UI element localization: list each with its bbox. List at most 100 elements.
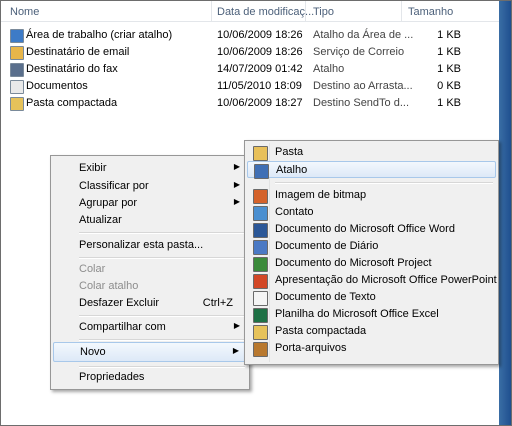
new-menu-item[interactable]: Documento do Microsoft Office Word: [247, 221, 496, 238]
context-menu: Exibir ▶ Classificar por ▶ Agrupar por ▶…: [50, 155, 250, 390]
menu-item-refresh[interactable]: Atualizar: [53, 211, 247, 229]
new-menu-item[interactable]: Documento de Texto: [247, 289, 496, 306]
project-icon: [253, 257, 268, 272]
menu-item-label: Imagem de bitmap: [275, 189, 367, 201]
menu-separator: [79, 339, 245, 341]
menu-separator: [79, 232, 245, 234]
menu-item-label: Documento do Microsoft Project: [275, 257, 432, 269]
menu-item-label: Colar atalho: [79, 280, 139, 292]
new-menu-item[interactable]: Apresentação do Microsoft Office PowerPo…: [247, 272, 497, 289]
file-size: 1 KB: [437, 97, 461, 109]
submenu-arrow-icon: ▶: [233, 162, 240, 171]
menu-item-new[interactable]: Novo ▶: [53, 342, 247, 362]
menu-item-paste-shortcut: Colar atalho: [53, 277, 247, 295]
text-document-icon: [253, 291, 268, 306]
file-date: 11/05/2010 18:09: [217, 80, 302, 92]
new-menu-item[interactable]: Atalho: [247, 161, 496, 179]
file-size: 0 KB: [437, 80, 461, 92]
file-row[interactable]: Área de trabalho (criar atalho) 10/06/200…: [1, 27, 499, 44]
file-date: 10/06/2009 18:26: [217, 46, 303, 58]
new-submenu: Pasta Atalho Imagem de bitmap Contato Docume…: [244, 140, 499, 365]
excel-icon: [253, 308, 268, 323]
menu-item-group[interactable]: Agrupar por ▶: [53, 194, 247, 212]
zip-folder-icon: [253, 325, 268, 340]
new-menu-item[interactable]: Imagem de bitmap: [247, 187, 496, 204]
menu-item-label: Documento de Texto: [275, 291, 376, 303]
submenu-arrow-icon: ▶: [233, 321, 240, 330]
column-size[interactable]: Tamanho: [408, 6, 453, 18]
submenu-arrow-icon: ▶: [232, 346, 239, 355]
menu-item-label: Desfazer Excluir: [79, 297, 160, 309]
word-icon: [253, 223, 268, 238]
fax-icon: [10, 63, 24, 77]
folder-icon: [253, 146, 268, 161]
file-size: 1 KB: [437, 29, 461, 41]
menu-item-label: Personalizar esta pasta...: [79, 239, 204, 251]
menu-item-label: Exibir: [79, 162, 107, 174]
documents-icon: [10, 80, 24, 94]
file-row[interactable]: Destinatário de email 10/06/2009 18:26 Ser…: [1, 44, 499, 61]
briefcase-icon: [253, 342, 268, 357]
menu-item-label: Atalho: [276, 164, 308, 176]
window-edge: [499, 1, 511, 425]
mail-recipient-icon: [10, 46, 24, 60]
menu-item-label: Agrupar por: [79, 197, 138, 209]
column-date[interactable]: Data de modificaç...: [217, 6, 314, 18]
menu-item-label: Documento de Diário: [275, 240, 379, 252]
file-type: Serviço de Correio: [313, 46, 405, 58]
new-menu-item[interactable]: Planilha do Microsoft Office Excel: [247, 306, 496, 323]
menu-separator: [79, 257, 245, 259]
menu-item-label: Apresentação do Microsoft Office PowerPo…: [275, 274, 497, 286]
desktop-shortcut-icon: [10, 29, 24, 43]
file-name: Destinatário do fax: [26, 63, 118, 75]
new-menu-item[interactable]: Documento do Microsoft Project: [247, 255, 496, 272]
powerpoint-icon: [253, 274, 268, 289]
file-date: 10/06/2009 18:27: [217, 97, 303, 109]
menu-item-label: Documento do Microsoft Office Word: [275, 223, 455, 235]
file-name: Destinatário de email: [26, 46, 130, 58]
submenu-arrow-icon: ▶: [233, 180, 240, 189]
new-menu-item[interactable]: Pasta: [247, 144, 496, 161]
menu-item-label: Planilha do Microsoft Office Excel: [275, 308, 439, 320]
column-type[interactable]: Tipo: [313, 6, 334, 18]
column-divider[interactable]: [401, 1, 402, 21]
menu-item-label: Colar: [79, 263, 106, 275]
new-menu-item[interactable]: Documento de Diário: [247, 238, 496, 255]
menu-item-properties[interactable]: Propriedades: [53, 368, 247, 386]
contact-icon: [253, 206, 268, 221]
column-divider[interactable]: [305, 1, 306, 21]
file-row[interactable]: Pasta compactada 10/06/2009 18:27 Destino …: [1, 95, 499, 112]
menu-item-label: Pasta: [275, 146, 304, 158]
zip-folder-icon: [10, 97, 24, 111]
menu-item-label: Compartilhar com: [79, 321, 166, 333]
menu-item-sort[interactable]: Classificar por ▶: [53, 177, 247, 195]
menu-item-paste: Colar: [53, 260, 247, 278]
journal-icon: [253, 240, 268, 255]
submenu-arrow-icon: ▶: [233, 197, 240, 206]
menu-item-label: Contato: [275, 206, 314, 218]
file-size: 1 KB: [437, 46, 461, 58]
file-row[interactable]: Destinatário do fax 14/07/2009 01:42 Atalh…: [1, 61, 499, 78]
new-menu-item[interactable]: Pasta compactada: [247, 323, 496, 340]
column-divider[interactable]: [211, 1, 212, 21]
menu-item-label: Porta-arquivos: [275, 342, 347, 354]
menu-separator: [275, 182, 493, 184]
file-row[interactable]: Documentos 11/05/2010 18:09 Destino ao Arr…: [1, 78, 499, 95]
new-menu-item[interactable]: Porta-arquivos: [247, 340, 496, 357]
file-type: Atalho da Área de ...: [313, 29, 414, 41]
menu-item-label: Classificar por: [79, 180, 149, 192]
column-name[interactable]: Nome: [10, 6, 39, 18]
menu-item-share[interactable]: Compartilhar com ▶: [53, 318, 247, 336]
shortcut-icon: [254, 164, 269, 179]
menu-shortcut-key: Ctrl+Z: [202, 297, 233, 309]
file-type: Atalho: [313, 63, 345, 75]
new-menu-item[interactable]: Contato: [247, 204, 496, 221]
menu-item-label: Pasta compactada: [275, 325, 367, 337]
file-type: Destino SendTo d...: [313, 97, 410, 109]
menu-item-customize[interactable]: Personalizar esta pasta...: [53, 236, 247, 254]
file-date: 14/07/2009 01:42: [217, 63, 303, 75]
file-name: Documentos: [26, 80, 88, 92]
menu-item-undo[interactable]: Desfazer Excluir Ctrl+Z: [53, 294, 247, 312]
menu-item-view[interactable]: Exibir ▶: [53, 159, 247, 177]
file-size: 1 KB: [437, 63, 461, 75]
